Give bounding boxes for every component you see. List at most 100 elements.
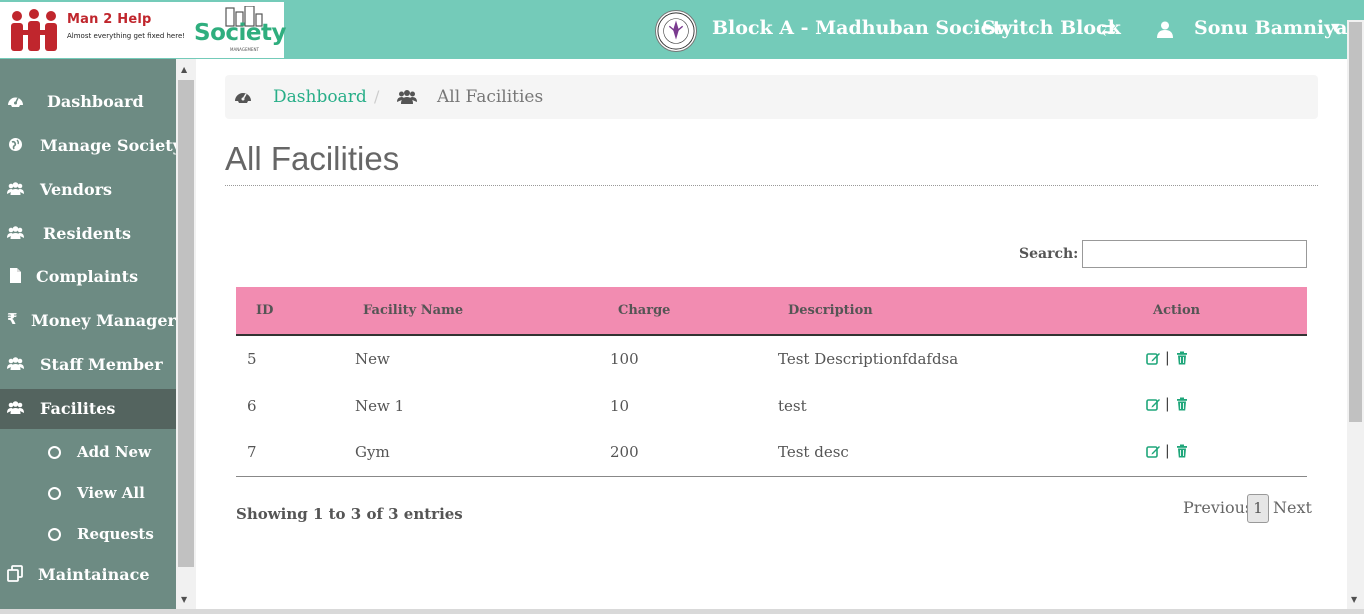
cell-charge: 10 <box>610 396 630 415</box>
exchange-icon[interactable]: ⇄ <box>1101 19 1116 40</box>
edit-icon[interactable] <box>1146 397 1160 411</box>
column-header-description[interactable]: Description <box>778 287 1146 336</box>
action-separator: | <box>1165 349 1170 366</box>
column-header-facility-name[interactable]: Facility Name <box>355 287 610 336</box>
sidebar-subitem-label: Requests <box>77 525 154 543</box>
sidebar-scrollbar-thumb[interactable] <box>178 80 194 567</box>
sidebar-subitem-label: Add New <box>77 443 152 461</box>
sidebar-item-label: Dashboard <box>47 92 144 111</box>
sidebar-item-money-manager[interactable]: ₹ Money Manager <box>0 301 176 341</box>
trash-icon[interactable] <box>1175 351 1189 365</box>
title-divider <box>225 185 1318 186</box>
page-scrollbar-thumb[interactable] <box>1349 22 1362 422</box>
scroll-down-arrow-icon[interactable]: ▼ <box>1351 595 1357 604</box>
switch-block-link[interactable]: Switch Block <box>982 17 1121 39</box>
cell-action: | <box>1146 335 1307 382</box>
brand-tagline: Almost everything get fixed here! <box>67 32 186 40</box>
sidebar-item-maintainace[interactable]: Maintainace <box>0 555 176 595</box>
sidebar-item-complaints[interactable]: Complaints <box>0 257 176 297</box>
breadcrumb-separator: / <box>374 87 380 106</box>
trash-icon[interactable] <box>1175 397 1189 411</box>
breadcrumb: Dashboard / All Facilities <box>225 75 1318 119</box>
sidebar-item-dashboard[interactable]: Dashboard <box>0 82 176 122</box>
column-header-charge[interactable]: Charge <box>610 287 778 336</box>
society-wordmark: Society <box>194 20 286 46</box>
edit-icon[interactable] <box>1146 351 1160 365</box>
column-header-action: Action <box>1146 287 1307 336</box>
table-row: 5 New 100 Test Descriptionfdafdsa | <box>236 335 1307 382</box>
user-icon <box>1157 21 1173 38</box>
sidebar-item-label: Manage Society <box>40 136 182 155</box>
table-row: 6 New 1 10 test | <box>236 382 1307 429</box>
cell-description: Test desc <box>778 429 1146 477</box>
scroll-up-arrow-icon[interactable]: ▲ <box>181 65 187 74</box>
sidebar-item-label: Facilites <box>40 399 116 418</box>
edit-icon[interactable] <box>1146 444 1160 458</box>
cell-id: 6 <box>247 396 257 415</box>
sidebar-item-vendors[interactable]: Vendors <box>0 170 176 210</box>
sidebar: Dashboard Manage Society Vendors Residen… <box>0 59 182 614</box>
search-input[interactable] <box>1082 240 1307 268</box>
breadcrumb-current: All Facilities <box>437 87 544 107</box>
action-separator: | <box>1165 396 1170 412</box>
users-icon <box>7 226 24 239</box>
cell-facility-name: New <box>355 350 390 368</box>
scroll-down-arrow-icon[interactable]: ▼ <box>181 595 187 604</box>
user-menu-toggle[interactable]: Sonu Bamniya <box>1194 17 1348 39</box>
cell-charge: 100 <box>610 350 639 368</box>
table-row: 7 Gym 200 Test desc | <box>236 429 1307 477</box>
dashboard-icon <box>235 93 251 103</box>
facilities-table: ID Facility Name Charge Description Acti… <box>236 287 1307 477</box>
cell-facility-name: Gym <box>355 429 610 477</box>
sidebar-item-staff-member[interactable]: Staff Member <box>0 345 176 385</box>
top-navbar: Man 2 Help Almost everything get fixed h… <box>0 0 1364 59</box>
cell-id: 7 <box>236 429 355 477</box>
users-icon <box>7 182 24 195</box>
sidebar-item-label: Residents <box>43 224 131 243</box>
file-icon <box>10 268 21 283</box>
page-title: All Facilities <box>225 140 400 177</box>
sidebar-item-label: Staff Member <box>40 355 163 374</box>
users-icon <box>7 401 24 414</box>
cell-charge: 200 <box>610 429 778 477</box>
rupee-icon: ₹ <box>7 310 18 328</box>
sidebar-subitem-requests[interactable]: Requests <box>0 516 176 552</box>
users-icon <box>397 90 417 104</box>
cell-facility-name: New 1 <box>355 396 405 415</box>
current-block-link[interactable]: Block A - Madhuban Society <box>712 17 1013 39</box>
bottom-strip <box>0 609 1364 614</box>
circle-icon <box>48 528 61 541</box>
globe-icon <box>9 138 22 151</box>
brand-logo-area[interactable]: Man 2 Help Almost everything get fixed h… <box>0 2 286 58</box>
trash-icon[interactable] <box>1175 444 1189 458</box>
pagination-page-1[interactable]: 1 <box>1247 494 1269 523</box>
sidebar-subitem-view-all[interactable]: View All <box>0 475 176 511</box>
man2help-logo-icon <box>11 9 57 51</box>
pagination-previous[interactable]: Previous <box>1183 498 1253 517</box>
society-seal-icon <box>655 10 697 52</box>
users-icon <box>7 357 24 370</box>
sidebar-item-label: Complaints <box>36 267 139 286</box>
pagination-next[interactable]: Next <box>1273 498 1312 517</box>
cell-description: Test Descriptionfdafdsa <box>778 350 959 368</box>
society-subtitle: MANAGEMENT <box>230 47 259 52</box>
circle-icon <box>48 487 61 500</box>
sidebar-item-label: Vendors <box>40 180 113 199</box>
circle-icon <box>48 446 61 459</box>
copy-icon <box>7 565 23 582</box>
sidebar-subitem-label: View All <box>77 484 145 502</box>
sidebar-item-manage-society[interactable]: Manage Society <box>0 126 182 166</box>
cell-action: | <box>1146 429 1307 477</box>
table-info: Showing 1 to 3 of 3 entries <box>236 505 463 523</box>
caret-down-icon[interactable]: ▼ <box>1331 21 1339 34</box>
column-header-id[interactable]: ID <box>236 287 355 336</box>
sidebar-item-facilites[interactable]: Facilites <box>0 389 176 429</box>
dashboard-icon <box>8 97 23 107</box>
sidebar-subitem-add-new[interactable]: Add New <box>0 434 176 470</box>
table-header-row: ID Facility Name Charge Description Acti… <box>236 287 1307 336</box>
action-separator: | <box>1165 442 1170 459</box>
sidebar-item-residents[interactable]: Residents <box>0 214 176 254</box>
search-label: Search: <box>1019 246 1079 262</box>
cell-action: | <box>1146 382 1307 429</box>
breadcrumb-dashboard-link[interactable]: Dashboard <box>273 87 367 107</box>
